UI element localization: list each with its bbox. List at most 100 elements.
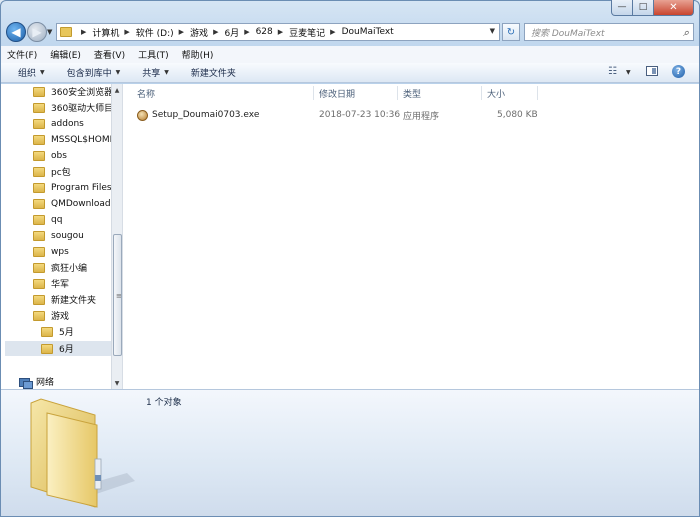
- nav-folder-item[interactable]: 疯狂小编: [33, 260, 87, 275]
- file-type-cell: 应用程序: [403, 111, 440, 122]
- scroll-up-arrow-icon[interactable]: ▲: [112, 84, 122, 96]
- file-name: Setup_Doumai0703.exe: [152, 110, 260, 120]
- column-divider[interactable]: [537, 86, 538, 100]
- menu-edit[interactable]: 编辑(E): [50, 48, 81, 61]
- include-in-library-button[interactable]: 包含到库中 ▼: [67, 66, 121, 79]
- nav-folder-label: Program Files (: [51, 182, 118, 193]
- breadcrumb-item[interactable]: 豆麦笔记: [289, 26, 325, 39]
- column-header-size[interactable]: 大小: [487, 84, 505, 102]
- nav-folder-item[interactable]: MSSQL$HOME: [33, 132, 115, 147]
- command-bar: 组织 ▼ 包含到库中 ▼ 共享 ▼ 新建文件夹: [1, 63, 699, 83]
- nav-folder-item[interactable]: wps: [33, 244, 69, 259]
- folder-icon: [33, 310, 45, 321]
- folder-icon: [33, 294, 45, 305]
- menu-file[interactable]: 文件(F): [7, 48, 37, 61]
- nav-folder-label: pc包: [51, 168, 71, 178]
- setup-exe-icon: [137, 109, 148, 121]
- nav-folder-item[interactable]: 华军: [33, 276, 69, 291]
- minimize-button[interactable]: —: [611, 0, 633, 16]
- menu-view[interactable]: 查看(V): [94, 48, 125, 61]
- chevron-right-icon[interactable]: ▶: [179, 28, 184, 36]
- nav-folder-item[interactable]: QMDownload: [33, 196, 111, 211]
- chevron-down-icon[interactable]: ▼: [626, 69, 631, 76]
- recent-pages-dropdown[interactable]: ▼: [47, 28, 52, 36]
- column-divider[interactable]: [481, 86, 482, 100]
- forward-button[interactable]: ▶: [27, 22, 47, 42]
- menu-help[interactable]: 帮助(H): [182, 48, 214, 61]
- chevron-right-icon[interactable]: ▶: [213, 28, 218, 36]
- column-header-type[interactable]: 类型: [403, 84, 421, 102]
- chevron-down-icon[interactable]: ▼: [490, 27, 495, 35]
- refresh-icon: ↻: [506, 26, 516, 38]
- include-in-library-label: 包含到库中: [66, 69, 112, 79]
- breadcrumb-item[interactable]: 6月: [224, 26, 239, 39]
- chevron-right-icon[interactable]: ▶: [124, 28, 129, 36]
- address-bar[interactable]: ▶ 计算机 ▶ 软件 (D:) ▶ 游戏 ▶ 6月 ▶ 628 ▶ 豆麦笔记 ▶…: [56, 23, 500, 41]
- grip-icon: ≡: [116, 292, 122, 300]
- chevron-right-icon[interactable]: ▶: [330, 28, 335, 36]
- chevron-right-icon[interactable]: ▶: [244, 28, 249, 36]
- nav-folder-item[interactable]: Program Files (: [33, 180, 118, 195]
- search-input[interactable]: 搜索 DouMaiText ⌕: [524, 23, 694, 41]
- column-header-modified[interactable]: 修改日期: [319, 84, 355, 102]
- nav-network-item[interactable]: 网络: [19, 374, 54, 389]
- chevron-right-icon[interactable]: ▶: [81, 28, 86, 36]
- menu-tools[interactable]: 工具(T): [138, 48, 169, 61]
- preview-pane-icon[interactable]: [646, 66, 658, 76]
- nav-folder-label: 华军: [51, 280, 70, 290]
- nav-folder-item[interactable]: obs: [33, 148, 67, 163]
- nav-folder-label: 6月: [59, 345, 74, 355]
- nav-folder-item[interactable]: qq: [33, 212, 62, 227]
- scrollbar-thumb[interactable]: ≡: [113, 234, 122, 356]
- chevron-right-icon[interactable]: ▶: [278, 28, 283, 36]
- folder-icon: [33, 246, 45, 257]
- refresh-button[interactable]: ↻: [502, 23, 520, 41]
- nav-folder-item[interactable]: 新建文件夹: [33, 292, 96, 307]
- folder-icon: [41, 343, 53, 354]
- nav-folder-label: wps: [51, 246, 69, 257]
- column-header-name[interactable]: 名称: [137, 84, 155, 102]
- breadcrumb-item[interactable]: 软件 (D:): [136, 26, 174, 39]
- nav-folder-label: QMDownload: [51, 198, 111, 209]
- nav-folder-label: sougou: [51, 230, 84, 241]
- nav-folder-label: MSSQL$HOME: [51, 134, 116, 145]
- view-options-icon[interactable]: ☷: [608, 66, 617, 77]
- nav-folder-item[interactable]: pc包: [33, 164, 71, 179]
- nav-folder-item[interactable]: 游戏: [33, 308, 69, 323]
- back-button[interactable]: ◀: [6, 22, 26, 42]
- close-button[interactable]: ✕: [654, 0, 694, 16]
- folder-icon: [33, 118, 45, 129]
- new-folder-button[interactable]: 新建文件夹: [191, 66, 236, 79]
- folder-icon: [33, 86, 45, 97]
- breadcrumb-item[interactable]: DouMaiText: [342, 27, 394, 37]
- nav-folder-item[interactable]: sougou: [33, 228, 84, 243]
- nav-folder-item-selected[interactable]: 6月: [5, 341, 111, 356]
- column-divider[interactable]: [397, 86, 398, 100]
- nav-folder-item[interactable]: 5月: [41, 324, 74, 339]
- organize-button[interactable]: 组织 ▼: [18, 66, 45, 79]
- caption-buttons: — □ ✕: [611, 0, 694, 16]
- nav-folder-label: qq: [51, 214, 63, 225]
- nav-folder-label: 疯狂小编: [51, 264, 88, 274]
- nav-folder-item[interactable]: addons: [33, 116, 84, 131]
- nav-folder-label: 5月: [59, 328, 74, 338]
- navigation-scrollbar[interactable]: ▲ ≡ ▼: [111, 84, 122, 389]
- breadcrumb-item[interactable]: 游戏: [190, 26, 208, 39]
- file-name-cell[interactable]: Setup_Doumai0703.exe: [137, 107, 259, 123]
- nav-folder-item[interactable]: 360安全浏览器下: [33, 84, 122, 99]
- folder-icon: [33, 134, 45, 145]
- search-icon[interactable]: ⌕: [683, 26, 689, 40]
- file-row[interactable]: Setup_Doumai0703.exe 2018-07-23 10:36 应用…: [123, 107, 700, 123]
- scroll-down-arrow-icon[interactable]: ▼: [112, 377, 122, 389]
- breadcrumb-item[interactable]: 628: [256, 27, 273, 37]
- help-icon[interactable]: ?: [672, 65, 685, 78]
- breadcrumb-item[interactable]: 计算机: [92, 26, 119, 39]
- nav-folder-item[interactable]: 360驱动大师目录: [33, 100, 122, 115]
- share-button[interactable]: 共享 ▼: [142, 66, 169, 79]
- maximize-button[interactable]: □: [633, 0, 654, 16]
- folder-icon: [33, 230, 45, 241]
- menu-bar: 文件(F) 编辑(E) 查看(V) 工具(T) 帮助(H): [1, 46, 699, 63]
- nav-network-label: 网络: [36, 378, 55, 388]
- chevron-down-icon: ▼: [164, 69, 169, 76]
- column-divider[interactable]: [313, 86, 314, 100]
